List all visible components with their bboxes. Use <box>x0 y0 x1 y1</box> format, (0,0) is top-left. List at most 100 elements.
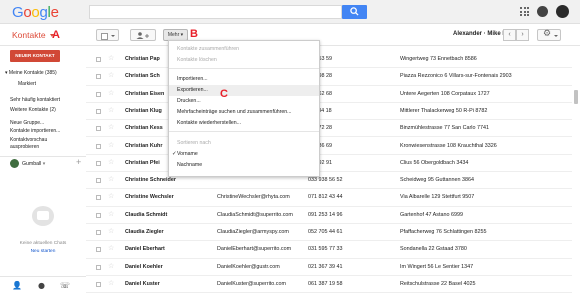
table-row[interactable]: ☆Christian Pfei889 92 91Clius 56 Obergol… <box>86 155 572 173</box>
table-row[interactable]: ☆ Daniel Koehler DanielKoehler@gustr.com 02… <box>86 259 572 276</box>
chat-avatar <box>10 159 19 168</box>
star-icon[interactable]: ☆ <box>108 123 114 131</box>
table-row[interactable]: ☆ Christine Schneider 033 938 56 52 Scheidw… <box>86 172 572 190</box>
sidebar-item-frequent[interactable]: Sehr häufig kontaktiert <box>10 97 60 103</box>
row-checkbox[interactable] <box>96 212 101 218</box>
app-title-dropdown[interactable]: Kontakte <box>12 30 54 40</box>
apps-grid-icon[interactable] <box>520 7 529 16</box>
contact-name[interactable]: Claudia Schmidt <box>125 212 167 218</box>
contact-name[interactable]: Christian Pfei <box>125 160 160 166</box>
star-icon[interactable]: ☆ <box>108 262 114 270</box>
contact-address: Wingertweg 73 Ennetbach 8586 <box>400 56 477 62</box>
table-row[interactable]: ☆ Claudia Schmidt ClaudiaSchmidt@superrito… <box>86 207 572 224</box>
account-avatar[interactable] <box>556 5 569 18</box>
import-contacts-link[interactable]: Kontakte importieren... <box>10 128 60 134</box>
new-contact-button[interactable]: NEUER KONTAKT <box>10 50 60 62</box>
star-icon[interactable]: ☆ <box>108 244 114 252</box>
menu-item[interactable]: Drucken... <box>169 96 319 107</box>
row-checkbox[interactable] <box>96 160 101 166</box>
row-checkbox[interactable] <box>96 281 101 287</box>
star-icon[interactable]: ☆ <box>108 89 114 97</box>
row-checkbox[interactable] <box>96 178 101 184</box>
row-checkbox[interactable] <box>96 143 101 149</box>
row-checkbox[interactable] <box>96 108 101 114</box>
table-row[interactable]: ☆Christian Sch595 98 28Piazza Rezzonico … <box>86 68 572 86</box>
table-row[interactable]: ☆Christian Klug711 34 18Mittlerer Thalac… <box>86 103 572 121</box>
row-checkbox[interactable] <box>96 74 101 80</box>
search-button[interactable] <box>342 5 367 19</box>
table-row[interactable]: ☆ Daniel Eberhart DanielEberhart@superrito… <box>86 241 572 259</box>
contact-name[interactable]: Christine Wechsler <box>125 194 174 200</box>
table-row[interactable]: ☆Christian Kuhr355 36 69Kronwiesenstrass… <box>86 138 572 155</box>
menu-item[interactable]: Mehrfacheinträge suchen und zusammenführ… <box>169 107 319 118</box>
contact-address: Clius 56 Obergoldbach 3434 <box>400 159 469 166</box>
contact-name[interactable]: Christian Eisen <box>125 91 164 97</box>
contact-name[interactable]: Christian Kess <box>125 125 163 131</box>
menu-item[interactable]: Vorname <box>169 149 319 160</box>
row-checkbox[interactable] <box>96 230 101 235</box>
person-icon[interactable]: 👤 <box>12 281 22 290</box>
table-row[interactable]: ☆ Claudia Ziegler ClaudiaZiegler@armyspy.c… <box>86 224 572 242</box>
logo-letter: e <box>50 4 59 21</box>
contact-email: ChristineWechsler@rhyta.com <box>217 194 290 201</box>
star-icon[interactable]: ☆ <box>108 71 114 79</box>
row-checkbox[interactable] <box>96 247 101 253</box>
star-icon[interactable]: ☆ <box>108 175 114 183</box>
star-icon[interactable]: ☆ <box>108 106 114 114</box>
star-icon[interactable]: ☆ <box>108 279 114 287</box>
star-icon[interactable]: ☆ <box>108 158 114 166</box>
contact-name[interactable]: Daniel Koehler <box>125 264 163 270</box>
scrollbar[interactable] <box>574 90 578 104</box>
table-row[interactable]: ☆Christian Kess755 72 28Binzmühlestrasse… <box>86 120 572 138</box>
google-logo[interactable]: Google <box>12 4 59 21</box>
star-icon[interactable]: ☆ <box>108 227 114 235</box>
start-new-chat-link[interactable]: Neu starten <box>0 249 86 254</box>
row-checkbox[interactable] <box>96 57 101 62</box>
sidebar-item-my-contacts[interactable]: ▾ Meine Kontakte (385) <box>5 70 57 76</box>
star-icon[interactable]: ☆ <box>108 54 114 62</box>
contact-name[interactable]: Christine Schneider <box>125 177 176 183</box>
add-chat-icon[interactable]: + <box>76 157 81 167</box>
preview-link-line1[interactable]: Kontaktvorschau <box>10 137 47 143</box>
contact-address: Piazza Rezzonico 6 Villars-sur-Fontenais… <box>400 73 512 80</box>
menu-item[interactable]: Kontakte wiederherstellen... <box>169 118 319 129</box>
contact-phone: 091 253 14 96 <box>308 211 343 218</box>
row-checkbox[interactable] <box>96 91 101 97</box>
contact-name[interactable]: Christian Klug <box>125 108 162 114</box>
no-chats-text: Keine aktuellen Chats <box>19 241 67 246</box>
sidebar-item-other[interactable]: Weitere Kontakte (2) <box>10 107 56 113</box>
star-icon[interactable]: ☆ <box>108 141 114 149</box>
add-to-group-button[interactable] <box>130 29 156 41</box>
contact-name[interactable]: Christian Kuhr <box>125 143 162 149</box>
row-checkbox[interactable] <box>96 264 101 270</box>
new-group-link[interactable]: Neue Gruppe... <box>10 120 44 126</box>
contact-name[interactable]: Christian Pap <box>125 56 160 62</box>
contact-name[interactable]: Claudia Ziegler <box>125 229 164 235</box>
prev-page-button[interactable]: ‹ <box>503 29 516 41</box>
phone-icon[interactable]: ☏ <box>60 281 70 290</box>
chat-user-name: Gumball ▾ <box>22 161 46 167</box>
menu-item[interactable]: Exportieren... <box>169 85 319 96</box>
menu-item[interactable]: Nachname <box>169 160 319 171</box>
table-row[interactable]: ☆ Daniel Kuster DanielKuster@superrito.com… <box>86 276 572 294</box>
table-row[interactable]: ☆Christian Eisen558 62 68Untere Aegerten… <box>86 86 572 103</box>
next-page-button[interactable]: › <box>516 29 529 41</box>
table-row[interactable]: ☆Christian Pap715 53 59Wingertweg 73 Enn… <box>86 51 572 69</box>
menu-item[interactable]: Importieren... <box>169 74 319 85</box>
hangouts-icon[interactable]: ● <box>38 281 45 290</box>
notifications-icon[interactable] <box>537 6 548 17</box>
star-icon[interactable]: ☆ <box>108 192 114 200</box>
row-checkbox[interactable] <box>96 126 101 132</box>
row-checkbox[interactable] <box>96 195 101 201</box>
contact-name[interactable]: Daniel Kuster <box>125 281 160 287</box>
preview-link-line2[interactable]: ausprobieren <box>10 144 39 150</box>
star-icon[interactable]: ☆ <box>108 210 114 218</box>
table-row[interactable]: ☆ Christine Wechsler ChristineWechsler@rhy… <box>86 189 572 207</box>
contact-name[interactable]: Daniel Eberhart <box>125 246 165 252</box>
search-input[interactable] <box>89 5 342 19</box>
sidebar-item-marked[interactable]: Markiert <box>18 81 36 87</box>
chat-user[interactable]: Gumball ▾ + <box>10 157 81 170</box>
contact-name[interactable]: Christian Sch <box>125 73 160 79</box>
settings-button[interactable] <box>537 29 561 41</box>
select-all-checkbox[interactable] <box>96 29 119 41</box>
